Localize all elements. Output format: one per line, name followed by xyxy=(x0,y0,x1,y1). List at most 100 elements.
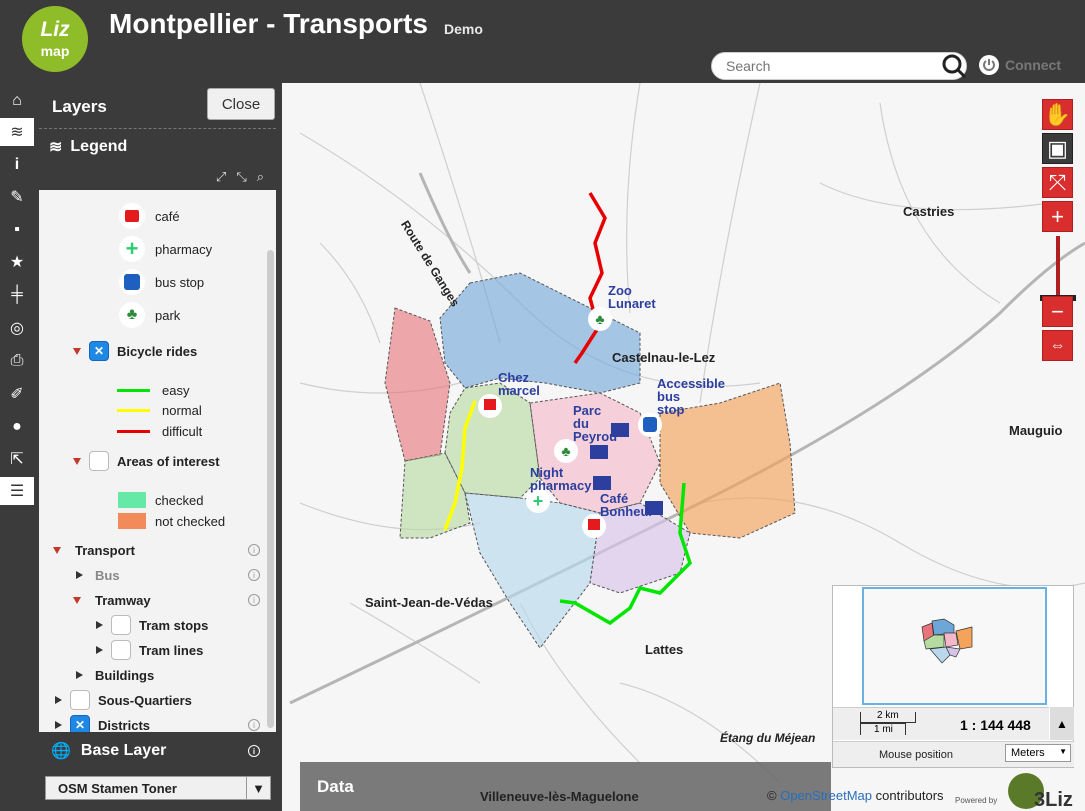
powered-by: Powered by xyxy=(955,796,998,805)
layers-icon[interactable]: ≋ xyxy=(0,118,34,146)
collapsed-caret-icon[interactable] xyxy=(76,671,83,679)
home-icon[interactable]: ⌂ xyxy=(3,87,31,115)
poi-label-night: Night pharmacy xyxy=(530,465,592,493)
group-label: Bus xyxy=(95,567,120,583)
attribution-prefix: © xyxy=(767,788,777,803)
group-label: Transport xyxy=(75,542,135,558)
attribution: © OpenStreetMap contributors xyxy=(767,788,944,803)
base-layer-select[interactable]: OSM Stamen Toner ▼ xyxy=(45,776,271,800)
expand-icon[interactable]: ⤢ xyxy=(216,169,226,185)
expanded-caret-icon[interactable] xyxy=(73,347,81,355)
layer-tram-lines[interactable]: Tram lines xyxy=(96,639,203,661)
map-label-mauguio: Mauguio xyxy=(1009,423,1063,438)
legend-fill-label: not checked xyxy=(155,513,226,529)
chat-icon[interactable]: ● xyxy=(3,413,31,441)
comment-icon[interactable]: ▪ xyxy=(3,216,31,244)
collapsed-caret-icon[interactable] xyxy=(76,571,83,579)
edit-icon[interactable]: ✎ xyxy=(3,183,31,211)
layer-areas-of-interest[interactable]: Areas of interest xyxy=(73,450,220,472)
overview-toggle-icon[interactable]: ▲ xyxy=(1050,707,1074,740)
expanded-caret-icon[interactable] xyxy=(73,457,81,465)
layer-checkbox[interactable]: ✕ xyxy=(70,715,90,732)
print-icon[interactable]: ⎙ xyxy=(3,347,31,375)
search-icon[interactable] xyxy=(941,53,967,79)
layer-sous-quartiers[interactable]: Sous-Quartiers xyxy=(55,689,192,711)
map-label-castelnau: Castelnau-le-Lez xyxy=(612,350,716,365)
poi-label-cafe: Café Bonheur xyxy=(600,491,654,519)
legend-line-label: difficult xyxy=(162,423,203,439)
overview-map[interactable] xyxy=(862,587,1047,705)
layer-label: Tram stops xyxy=(139,617,209,633)
legend-line-easy: easy xyxy=(117,379,189,401)
layer-checkbox[interactable] xyxy=(89,451,109,471)
group-bus[interactable]: Bus xyxy=(76,564,120,586)
list-icon[interactable]: ☰ xyxy=(0,477,34,505)
group-transport[interactable]: Transport xyxy=(53,539,135,561)
zoom-in-button[interactable]: + xyxy=(1042,201,1073,232)
attribution-suffix: contributors xyxy=(875,788,944,803)
logo-text-top: Liz xyxy=(40,18,70,41)
header: Liz map Montpellier - Transports Demo Co… xyxy=(0,0,1085,83)
collapsed-caret-icon[interactable] xyxy=(55,696,62,704)
units-value: Meters xyxy=(1011,747,1045,759)
draw-icon[interactable]: ✐ xyxy=(3,380,31,408)
layer-tree-scrollbar[interactable] xyxy=(267,250,274,728)
expanded-caret-icon[interactable] xyxy=(53,546,61,554)
svg-text:+: + xyxy=(533,491,544,511)
poi-label-parc: Parc du Peyrou xyxy=(573,403,618,444)
zoom-layer-icon[interactable]: ⌕ xyxy=(257,169,264,185)
connect-button[interactable]: Connect xyxy=(979,53,1061,77)
lizmap-logo[interactable]: Liz map xyxy=(22,6,88,72)
layer-checkbox[interactable] xyxy=(111,640,131,660)
line-swatch xyxy=(117,408,150,412)
expanded-caret-icon[interactable] xyxy=(73,596,81,604)
group-label: Buildings xyxy=(95,667,155,683)
pan-button[interactable]: ✋ xyxy=(1042,99,1073,130)
3liz-logo[interactable]: 3Liz xyxy=(1008,773,1078,811)
zoom-extent-button[interactable]: ⤧ xyxy=(1042,167,1073,198)
poi-label-accessible: Accessible bus stop xyxy=(657,376,725,417)
zoom-slider[interactable] xyxy=(1056,236,1060,298)
layer-tram-stops[interactable]: Tram stops xyxy=(96,614,208,636)
history-button[interactable]: ⇔ xyxy=(1042,330,1073,361)
layer-checkbox[interactable] xyxy=(70,690,90,710)
group-label: Tramway xyxy=(95,592,151,608)
layer-checkbox[interactable]: ✕ xyxy=(89,341,109,361)
info-icon[interactable]: i xyxy=(248,544,260,556)
layer-checkbox[interactable] xyxy=(111,615,131,635)
measure-icon[interactable]: ╪ xyxy=(3,281,31,309)
info-icon[interactable]: i xyxy=(248,569,260,581)
collapsed-caret-icon[interactable] xyxy=(55,721,62,729)
legend-fill-not-checked: not checked xyxy=(118,510,225,532)
collapse-icon[interactable]: ⤡ xyxy=(236,169,246,185)
app: ♣ ♣ + Route de Ganges Castries Castelnau… xyxy=(0,0,1085,811)
locate-icon[interactable]: ◎ xyxy=(3,314,31,342)
base-layer-label: Base Layer xyxy=(80,742,167,759)
zoom-box-button[interactable]: ▣ xyxy=(1042,133,1073,164)
chevron-down-icon[interactable]: ▼ xyxy=(246,777,270,799)
info-icon[interactable]: i xyxy=(248,719,260,731)
info-icon[interactable]: i xyxy=(248,745,260,757)
scale-mi: 1 mi xyxy=(874,724,893,735)
zoom-out-button[interactable]: − xyxy=(1042,296,1073,327)
legend-tools: ⤢ ⤡ ⌕ xyxy=(39,164,276,190)
search-input[interactable] xyxy=(711,52,967,80)
star-icon[interactable]: ★ xyxy=(3,248,31,276)
attribution-link[interactable]: OpenStreetMap xyxy=(780,788,872,803)
layer-bicycle-rides[interactable]: ✕ Bicycle rides xyxy=(73,340,197,362)
map-menu: ⌂ ≋ i ✎ ▪ ★ ╪ ◎ ⎙ ✐ ● ⇱ ☰ xyxy=(0,83,34,811)
page-title: Montpellier - Transports xyxy=(109,8,428,39)
units-select[interactable]: Meters ▼ xyxy=(1005,744,1071,762)
share-icon[interactable]: ⇱ xyxy=(3,445,31,473)
group-tramway[interactable]: Tramway xyxy=(73,589,151,611)
close-button[interactable]: Close xyxy=(207,88,275,120)
collapsed-caret-icon[interactable] xyxy=(96,621,103,629)
map-label-villeneuve: Villeneuve-lès-Maguelone xyxy=(480,789,639,804)
layer-label: Tram lines xyxy=(139,642,204,658)
scale-ratio: 1 : 144 448 xyxy=(960,717,1031,733)
info-icon[interactable]: i xyxy=(3,151,31,179)
collapsed-caret-icon[interactable] xyxy=(96,646,103,654)
group-buildings[interactable]: Buildings xyxy=(76,664,154,686)
layer-districts[interactable]: ✕ Districts xyxy=(55,714,150,732)
info-icon[interactable]: i xyxy=(248,594,260,606)
